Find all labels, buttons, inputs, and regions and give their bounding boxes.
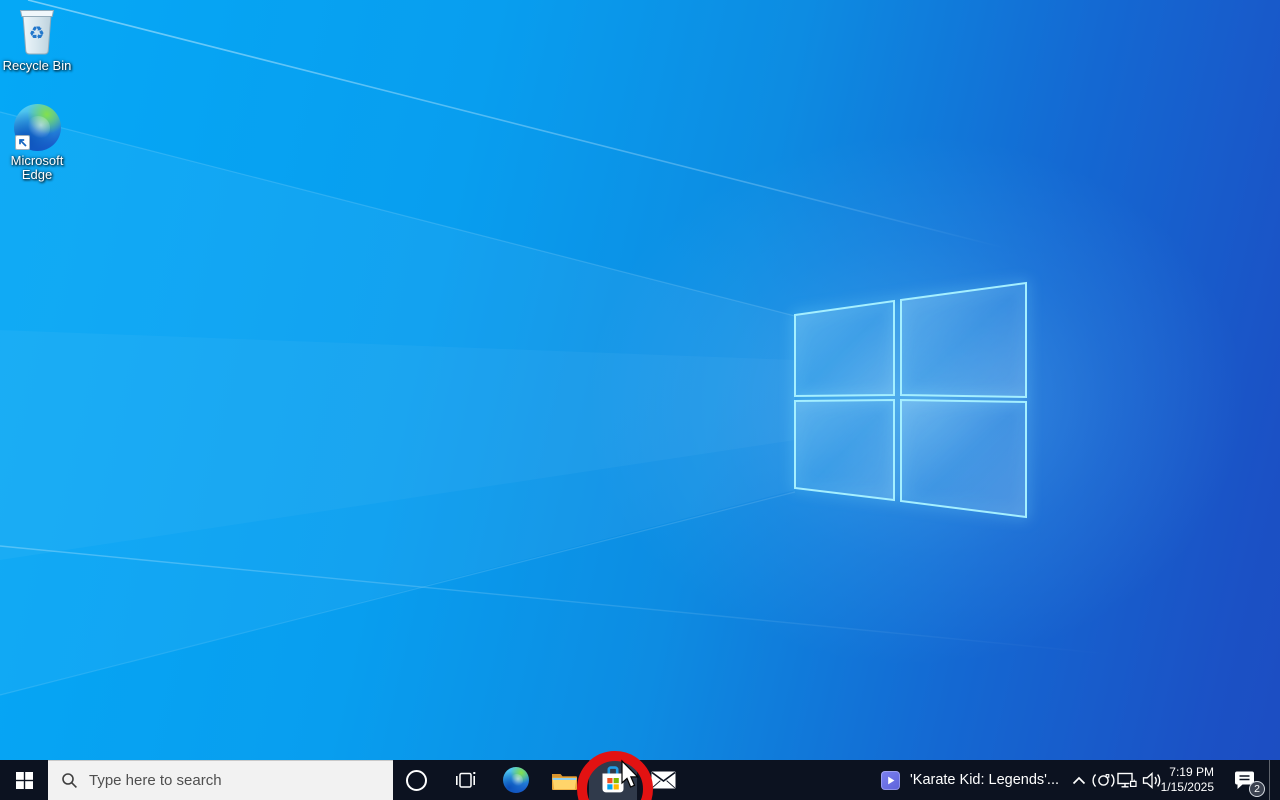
- cortana-button[interactable]: [393, 760, 439, 800]
- network-icon: [1116, 772, 1137, 788]
- edge-icon: [503, 767, 529, 793]
- movies-tv-play-icon: [881, 770, 900, 790]
- mail-icon: [650, 771, 676, 789]
- task-view-button[interactable]: [441, 760, 489, 800]
- search-icon: [62, 773, 77, 788]
- file-explorer-icon: [551, 773, 577, 790]
- desktop: ♻ Recycle Bin Microsoft Edge: [0, 0, 1280, 800]
- taskbar-clock[interactable]: 7:19 PM 1/15/2025: [1152, 760, 1216, 800]
- taskbar: 'Karate Kid: Legends'...: [0, 760, 1280, 800]
- clock-time: 7:19 PM: [1169, 765, 1214, 779]
- edge-taskbar-button[interactable]: [492, 760, 540, 800]
- cortana-icon: [405, 769, 427, 791]
- start-icon: [15, 771, 33, 789]
- media-app-button[interactable]: 'Karate Kid: Legends'...: [872, 760, 1066, 800]
- task-view-icon: [455, 771, 475, 788]
- mail-button[interactable]: [639, 760, 687, 800]
- desktop-icon-recycle-bin[interactable]: ♻ Recycle Bin: [0, 6, 74, 73]
- desktop-icon-microsoft-edge[interactable]: Microsoft Edge: [0, 104, 74, 182]
- taskbar-search[interactable]: [48, 760, 393, 800]
- desktop-icon-label: Recycle Bin: [2, 58, 72, 73]
- wallpaper-windows-logo: [0, 0, 1245, 696]
- meet-now-button[interactable]: [1091, 760, 1116, 800]
- start-button[interactable]: [0, 760, 48, 800]
- file-explorer-button[interactable]: [540, 760, 588, 800]
- network-button[interactable]: [1114, 760, 1140, 800]
- svg-text:♻: ♻: [29, 23, 45, 44]
- chevron-up-icon: [1072, 776, 1086, 784]
- meet-now-icon: [1092, 773, 1115, 787]
- shortcut-arrow-icon: [14, 135, 30, 150]
- clock-date: 1/15/2025: [1160, 780, 1214, 794]
- show-hidden-icons-button[interactable]: [1064, 760, 1094, 800]
- notification-badge: 2: [1249, 781, 1265, 797]
- search-input[interactable]: [87, 771, 341, 790]
- action-center-button[interactable]: 2: [1222, 760, 1268, 800]
- recycle-bin-icon: ♻: [19, 10, 55, 55]
- show-desktop-button[interactable]: [1270, 760, 1280, 800]
- store-icon: [602, 765, 624, 792]
- store-button[interactable]: [589, 760, 637, 800]
- media-app-title: 'Karate Kid: Legends'...: [910, 772, 1060, 788]
- desktop-icon-label: Microsoft Edge: [10, 153, 64, 182]
